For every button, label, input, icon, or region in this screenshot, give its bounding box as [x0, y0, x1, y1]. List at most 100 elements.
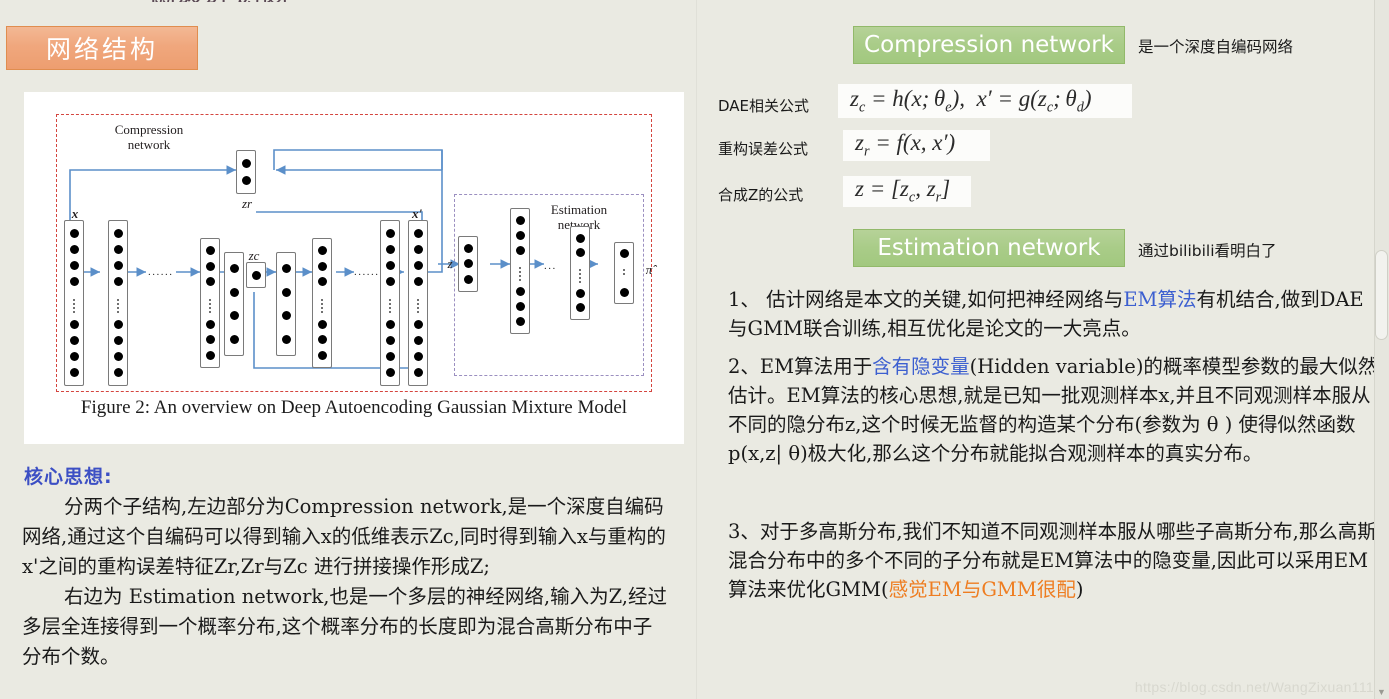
node — [515, 302, 525, 311]
node — [69, 320, 79, 330]
node — [229, 334, 239, 344]
formula-label-concat: 合成Z的公式 — [718, 186, 804, 204]
vertical-dots — [519, 267, 521, 269]
figure-layer-enc1 — [108, 220, 128, 386]
node — [385, 336, 395, 346]
node — [463, 274, 473, 284]
vertical-dots — [209, 298, 211, 301]
node — [229, 287, 239, 297]
node — [69, 276, 79, 286]
node — [317, 350, 327, 360]
figure-pi-label: π̂ — [645, 262, 653, 277]
node — [113, 320, 123, 330]
vertical-dots — [579, 268, 581, 271]
node — [317, 277, 327, 287]
node — [575, 288, 585, 298]
scrollbar-thumb[interactable] — [1375, 250, 1388, 340]
core-paragraph-2: 右边为 Estimation network,也是一个多层的神经网络,输入为Z,… — [22, 585, 668, 668]
vertical-dots — [417, 298, 419, 301]
node — [385, 368, 395, 378]
node — [69, 260, 79, 270]
node — [385, 276, 395, 286]
figure-layer-dec3 — [380, 220, 400, 386]
figure-hdots: ...... — [148, 266, 174, 278]
slide-page: 网络结构图 网络结构 Compression network Estimatio… — [0, 0, 1389, 699]
vertical-dots — [321, 298, 323, 301]
vertical-dots — [389, 298, 391, 301]
node — [205, 246, 215, 256]
node — [413, 368, 423, 378]
node — [113, 368, 123, 378]
core-paragraph-1: 分两个子结构,左边部分为Compression network,是一个深度自编码… — [22, 495, 666, 578]
node — [317, 246, 327, 256]
figure-layer-enc2 — [200, 238, 220, 368]
node — [113, 244, 123, 254]
node — [619, 287, 629, 297]
node — [317, 261, 327, 271]
figure-input-label: x — [71, 206, 79, 221]
figure-layer-z — [458, 236, 478, 292]
formula-reconstruction: zr = f(x, x′) — [843, 130, 990, 161]
figure-hdots-short: ... — [544, 260, 557, 272]
node — [281, 311, 291, 321]
node — [113, 260, 123, 270]
estimation-network-banner: Estimation network — [853, 229, 1125, 267]
para1-seg1: 1、 估计网络是本文的关键,如何把神经网络与 — [728, 288, 1124, 311]
estimation-paragraph-3: 3、对于多高斯分布,我们不知道不同观测样本服从哪些子高斯分布,那么高斯混合分布中… — [728, 517, 1383, 604]
clipped-heading: 网络结构图 — [150, 0, 290, 2]
vertical-scrollbar[interactable]: ▼ — [1374, 0, 1389, 699]
node — [317, 335, 327, 345]
estimation-network-note: 通过bilibili看明白了 — [1138, 242, 1277, 260]
node — [317, 319, 327, 329]
para3-highlight: 感觉EM与GMM很配 — [888, 578, 1076, 601]
node — [69, 228, 79, 238]
figure-output-label: x' — [411, 206, 423, 221]
formula-dae: zc = h(x; θe), x′ = g(zc; θd) — [838, 84, 1132, 118]
formula-dae-text: zc = h(x; θe), x′ = g(zc; θd) — [850, 85, 1092, 116]
compression-network-banner: Compression network — [853, 26, 1125, 64]
node — [205, 335, 215, 345]
figure-z-label: z — [447, 256, 453, 271]
node — [619, 249, 629, 259]
figure-layer-est2 — [570, 226, 590, 320]
figure-layer-dec2 — [312, 238, 332, 368]
node — [113, 228, 123, 238]
core-idea-body: 分两个子结构,左边部分为Compression network,是一个深度自编码… — [22, 492, 670, 672]
node — [205, 319, 215, 329]
estimation-network-banner-label: Estimation network — [877, 235, 1101, 261]
scroll-down-arrow-icon[interactable]: ▼ — [1376, 687, 1387, 697]
para1-highlight: EM算法 — [1123, 288, 1197, 311]
node — [113, 336, 123, 346]
watermark: https://blog.csdn.net/WangZixuan1111 — [1134, 679, 1381, 695]
node — [413, 260, 423, 270]
para3-seg2: ) — [1075, 578, 1084, 601]
estimation-paragraph-2: 2、EM算法用于含有隐变量(Hidden variable)的概率模型参数的最大… — [728, 352, 1383, 468]
node — [413, 244, 423, 254]
node — [413, 276, 423, 286]
figure-layer-zc — [246, 262, 266, 288]
vertical-dots — [117, 298, 119, 301]
formula-concat-text: z = [zc, zr] — [855, 176, 951, 206]
node — [385, 260, 395, 270]
node — [113, 276, 123, 286]
figure-layer-input — [64, 220, 84, 386]
node — [69, 336, 79, 346]
figure-layer-output-pi — [614, 242, 634, 304]
node — [413, 320, 423, 330]
node — [575, 248, 585, 258]
node — [281, 264, 291, 274]
node — [515, 317, 525, 326]
formula-label-dae: DAE相关公式 — [718, 97, 810, 115]
node — [463, 244, 473, 254]
core-idea-title: 核心思想: — [24, 466, 113, 488]
node — [69, 368, 79, 378]
formula-reconstruction-text: zr = f(x, x′) — [855, 130, 956, 160]
node — [113, 352, 123, 362]
column-divider — [696, 0, 697, 699]
compression-network-note: 是一个深度自编码网络 — [1138, 38, 1294, 56]
figure-caption: Figure 2: An overview on Deep Autoencodi… — [80, 397, 628, 418]
para2-seg1: 2、EM算法用于 — [728, 355, 873, 378]
node — [229, 311, 239, 321]
node — [251, 270, 261, 280]
estimation-paragraph-1: 1、 估计网络是本文的关键,如何把神经网络与EM算法有机结合,做到DAE与GMM… — [728, 285, 1383, 343]
